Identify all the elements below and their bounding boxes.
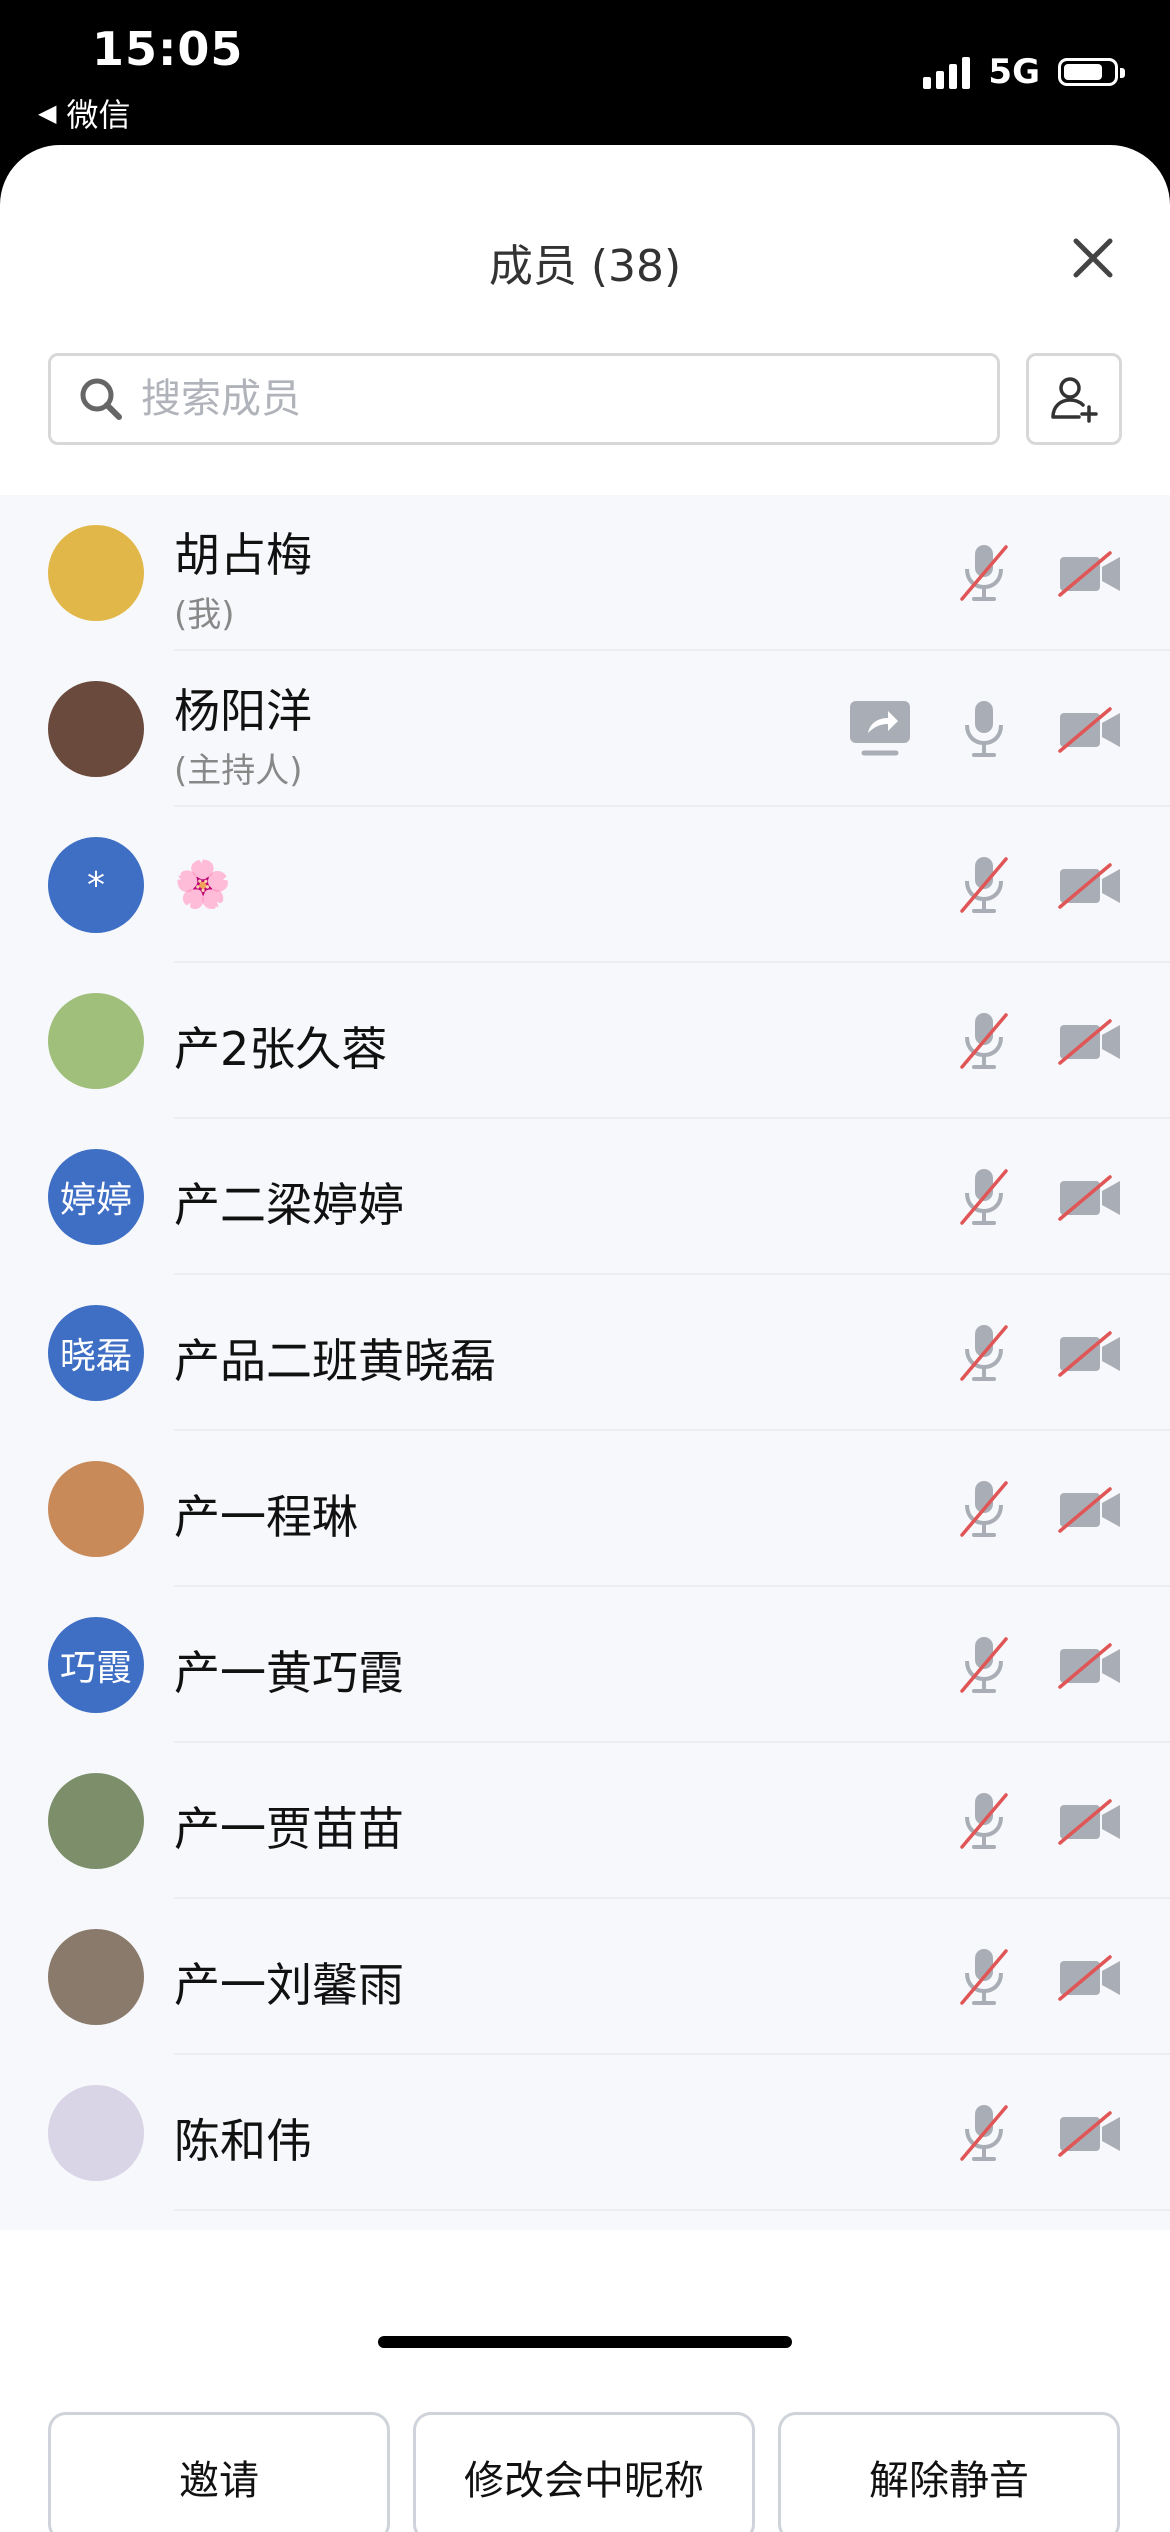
member-row[interactable]: 巧霞 产一黄巧霞: [0, 1587, 1170, 1743]
close-button[interactable]: [1070, 235, 1116, 281]
back-arrow-icon: ◀: [38, 99, 57, 127]
avatar: 婷婷: [48, 1149, 144, 1245]
microphone-muted-icon[interactable]: [958, 1009, 1010, 1077]
member-row[interactable]: 产一刘馨雨: [0, 1899, 1170, 2055]
status-bar: 15:05 ◀ 微信 5G: [0, 0, 1170, 150]
member-row[interactable]: 胡占梅 (我): [0, 495, 1170, 651]
camera-off-icon[interactable]: [1058, 1955, 1122, 2005]
member-name: 产一刘馨雨: [174, 1958, 404, 2012]
camera-off-icon[interactable]: [1058, 1331, 1122, 1381]
microphone-muted-icon[interactable]: [958, 1477, 1010, 1545]
member-list: 胡占梅 (我) 杨阳洋 (主持人) * 🌸 产2张久蓉 婷婷 产二梁婷婷 晓磊 产品二班黄晓磊 产一程…: [0, 495, 1170, 2230]
member-row[interactable]: 陈和伟: [0, 2055, 1170, 2211]
microphone-muted-icon[interactable]: [958, 853, 1010, 921]
members-sheet: 成员 (38) 胡占梅(我)杨阳洋(主持人)*🌸产2张久蓉婷婷产二梁婷婷晓磊产品…: [0, 145, 1170, 2532]
unmute-button[interactable]: 解除静音: [778, 2412, 1120, 2532]
status-indicators: 5G: [923, 52, 1125, 92]
member-row[interactable]: 产一贾苗苗: [0, 1743, 1170, 1899]
avatar: [48, 525, 144, 621]
avatar: 晓磊: [48, 1305, 144, 1401]
add-member-button[interactable]: [1026, 353, 1122, 445]
signal-icon: [923, 55, 971, 89]
member-row[interactable]: 杨阳洋 (主持人): [0, 651, 1170, 807]
member-name: 胡占梅: [174, 528, 312, 582]
member-name: 🌸: [174, 857, 232, 911]
member-name: 产一黄巧霞: [174, 1646, 404, 1700]
member-name: 陈和伟: [174, 2114, 312, 2168]
invite-button[interactable]: 邀请: [48, 2412, 390, 2532]
camera-off-icon[interactable]: [1058, 1487, 1122, 1537]
search-icon: [80, 378, 122, 420]
screen-share-icon[interactable]: [848, 699, 912, 763]
microphone-muted-icon[interactable]: [958, 1945, 1010, 2013]
camera-off-icon[interactable]: [1058, 1175, 1122, 1225]
avatar-initials: *: [87, 864, 105, 906]
microphone-muted-icon[interactable]: [958, 1321, 1010, 1389]
member-name: 产一贾苗苗: [174, 1802, 404, 1856]
member-role: (主持人): [174, 751, 303, 791]
battery-icon: [1058, 58, 1125, 86]
back-to-app-link[interactable]: ◀ 微信: [38, 90, 130, 136]
microphone-muted-icon[interactable]: [958, 2101, 1010, 2169]
avatar: 巧霞: [48, 1617, 144, 1713]
microphone-muted-icon[interactable]: [958, 1165, 1010, 1233]
home-indicator: [378, 2336, 792, 2348]
avatar-initials: 巧霞: [59, 1648, 132, 1689]
footer-actions: 邀请 修改会中昵称 解除静音: [0, 2230, 1170, 2532]
member-name: 产二梁婷婷: [174, 1178, 404, 1232]
microphone-muted-icon[interactable]: [958, 1789, 1010, 1857]
avatar: [48, 993, 144, 1089]
member-name: 杨阳洋: [174, 684, 312, 738]
camera-off-icon[interactable]: [1058, 1019, 1122, 1069]
camera-off-icon[interactable]: [1058, 2111, 1122, 2161]
microphone-muted-icon[interactable]: [958, 541, 1010, 609]
camera-off-icon[interactable]: [1058, 1799, 1122, 1849]
sheet-title: 成员 (38): [488, 241, 682, 292]
member-row[interactable]: 婷婷 产二梁婷婷: [0, 1119, 1170, 1275]
microphone-icon[interactable]: [958, 697, 1010, 765]
avatar-initials: 晓磊: [59, 1336, 132, 1377]
avatar-initials: 婷婷: [59, 1180, 132, 1221]
camera-off-icon[interactable]: [1058, 863, 1122, 913]
network-type: 5G: [988, 52, 1040, 92]
avatar: [48, 1773, 144, 1869]
avatar: *: [48, 837, 144, 933]
member-name: 产2张久蓉: [174, 1022, 388, 1076]
member-name: 产品二班黄晓磊: [174, 1334, 496, 1388]
member-row[interactable]: * 🌸: [0, 807, 1170, 963]
add-person-icon: [1051, 377, 1098, 423]
camera-off-icon[interactable]: [1058, 1643, 1122, 1693]
status-time: 15:05: [92, 22, 244, 76]
member-row[interactable]: 晓磊 产品二班黄晓磊: [0, 1275, 1170, 1431]
row-divider: [174, 2209, 1170, 2211]
search-box[interactable]: [48, 353, 1000, 445]
avatar: [48, 1929, 144, 2025]
member-role: (我): [174, 595, 235, 635]
close-icon: [1073, 238, 1113, 278]
rename-nickname-button[interactable]: 修改会中昵称: [413, 2412, 755, 2532]
search-input[interactable]: [139, 375, 943, 423]
avatar: [48, 681, 144, 777]
camera-off-icon[interactable]: [1058, 707, 1122, 757]
member-name: 产一程琳: [174, 1490, 358, 1544]
member-row[interactable]: 产2张久蓉: [0, 963, 1170, 1119]
avatar: [48, 2085, 144, 2181]
back-app-label: 微信: [66, 96, 131, 134]
member-row[interactable]: 产一程琳: [0, 1431, 1170, 1587]
avatar: [48, 1461, 144, 1557]
microphone-muted-icon[interactable]: [958, 1633, 1010, 1701]
camera-off-icon[interactable]: [1058, 551, 1122, 601]
